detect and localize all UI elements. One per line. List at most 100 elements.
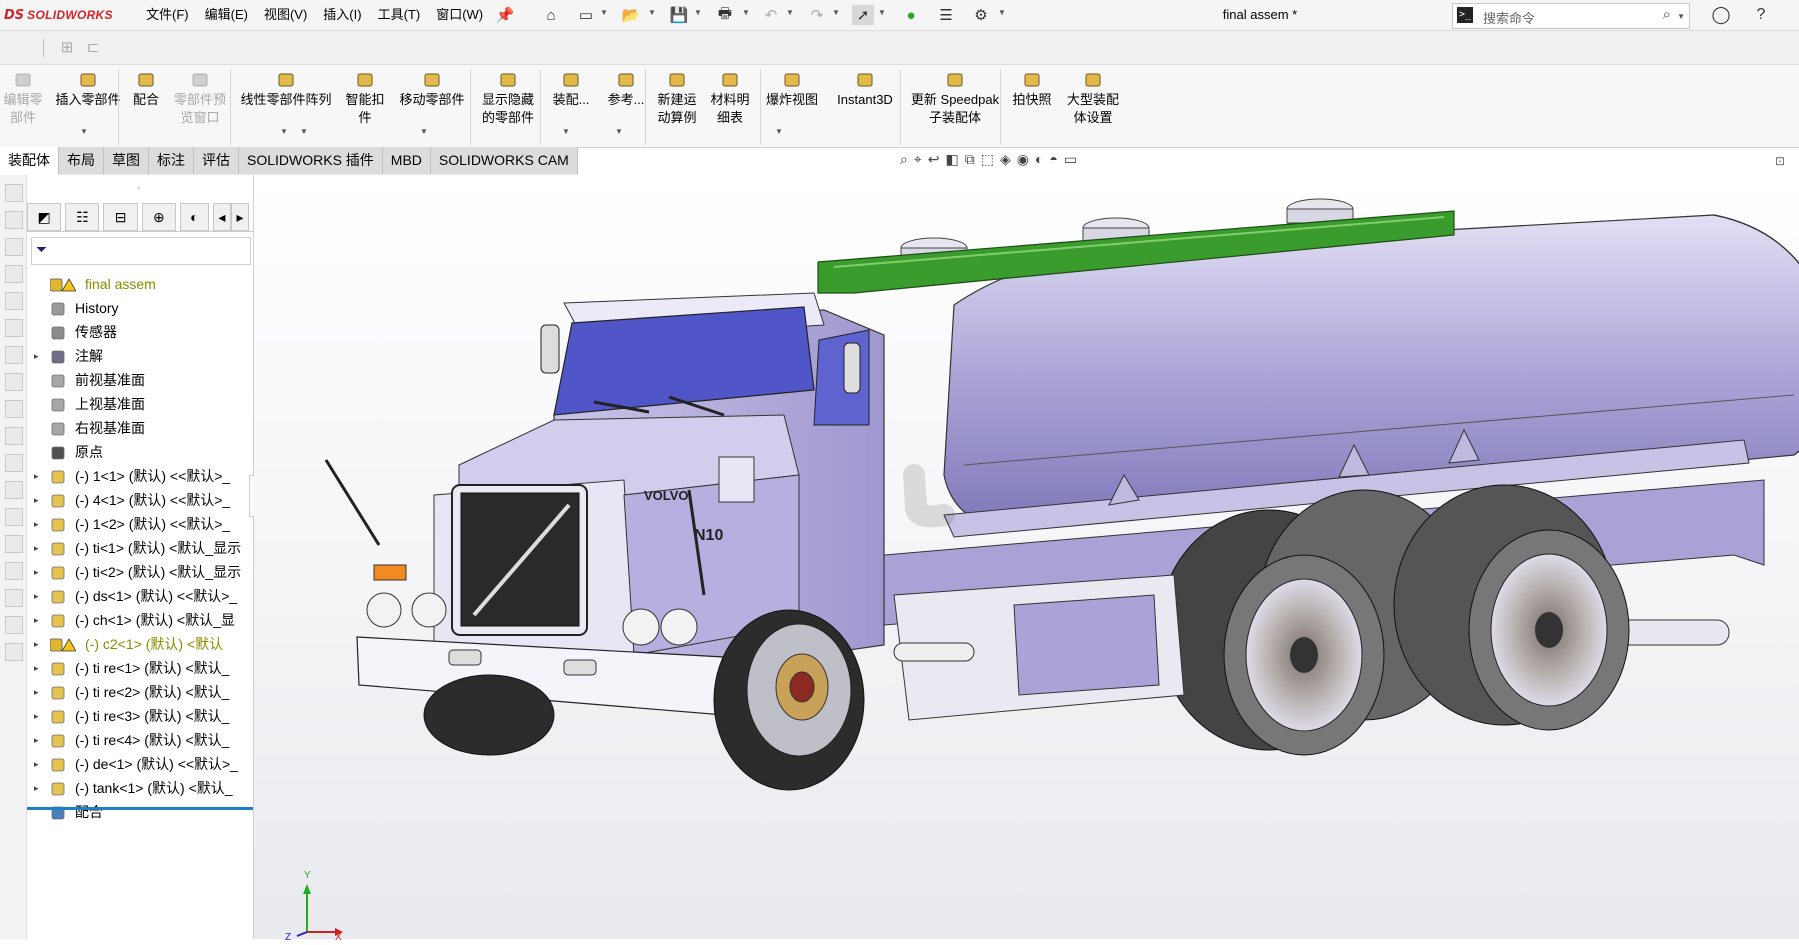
tab-cam[interactable]: SOLIDWORKS CAM (430, 147, 578, 174)
command-reference-geometry-button[interactable]: 参考... (601, 71, 651, 109)
strip-tool-icon[interactable] (5, 184, 23, 202)
hood[interactable]: VOLVO N10 (324, 414, 800, 676)
zoom-to-area-icon[interactable]: ⌖ (914, 151, 922, 168)
strip-tool-icon[interactable] (5, 319, 23, 337)
panel-grip-icon[interactable]: ◦ (137, 183, 140, 193)
chevron-down-icon[interactable]: ▼ (742, 8, 750, 17)
tree-item[interactable]: 配合 (27, 800, 253, 824)
tab-markup[interactable]: 标注 (149, 147, 194, 174)
expand-arrow-icon[interactable]: ▸ (34, 488, 39, 512)
hide-show-items-icon[interactable]: ◉ (1017, 151, 1029, 168)
tree-item[interactable]: ▸ (-) 1<2> (默认) <<默认>_ (27, 512, 253, 536)
menu-file[interactable]: 文件(F) (138, 6, 197, 24)
command-linear-pattern-button[interactable]: 线性零部件阵列 (236, 71, 336, 109)
command-edit-component-button[interactable]: 编辑零 部件 (0, 71, 46, 127)
home-icon[interactable]: ⌂ (540, 5, 562, 25)
redo-icon[interactable]: ↷ (806, 5, 828, 25)
view-orientation-icon[interactable]: ⬚ (981, 151, 994, 168)
chevron-down-icon[interactable]: ▼ (775, 127, 783, 136)
tree-item[interactable]: ▸ (-) de<1> (默认) <<默认>_ (27, 752, 253, 776)
pin-icon[interactable]: 📌 (494, 5, 516, 25)
strip-tool-icon[interactable] (5, 211, 23, 229)
menu-view[interactable]: 视图(V) (256, 6, 315, 24)
command-show-hidden-button[interactable]: 显示隐藏 的零部件 (476, 71, 540, 127)
tree-item[interactable]: 上视基准面 (27, 392, 253, 416)
user-account-icon[interactable]: ◯ (1710, 5, 1732, 25)
expand-arrow-icon[interactable]: ▸ (34, 344, 39, 368)
chevron-down-icon[interactable]: ▼ (420, 127, 428, 136)
dimxpert-tab-icon[interactable]: ⊕ (141, 203, 176, 231)
strip-tool-icon[interactable] (5, 616, 23, 634)
expand-arrow-icon[interactable]: ▸ (34, 680, 39, 704)
tree-item[interactable]: ▸ (-) ti<1> (默认) <默认_显示 (27, 536, 253, 560)
chevron-down-icon[interactable]: ▼ (280, 127, 288, 136)
expand-arrow-icon[interactable]: ▸ (34, 632, 39, 656)
select-cursor-icon[interactable]: ➚ (852, 5, 874, 25)
chevron-down-icon[interactable]: ▼ (648, 8, 656, 17)
command-new-motion-study-button[interactable]: 新建运 动算例 (652, 71, 702, 127)
solidworks-logo[interactable]: DS SOLIDWORKS (4, 6, 113, 24)
tree-item[interactable]: ▸ (-) ti re<3> (默认) <默认_ (27, 704, 253, 728)
tree-item[interactable]: ▸ (-) ti re<1> (默认) <默认_ (27, 656, 253, 680)
expand-arrow-icon[interactable]: ▸ (34, 728, 39, 752)
command-insert-component-button[interactable]: 插入零部件 (52, 71, 124, 109)
strip-tool-icon[interactable] (5, 292, 23, 310)
property-manager-tab-icon[interactable]: ☷ (65, 203, 100, 231)
strip-tool-icon[interactable] (5, 508, 23, 526)
strip-tool-icon[interactable] (5, 400, 23, 418)
chevron-down-icon[interactable]: ▼ (694, 8, 702, 17)
expand-arrow-icon[interactable]: ▸ (34, 512, 39, 536)
strip-tool-icon[interactable] (5, 454, 23, 472)
rear-wheels[interactable] (1158, 484, 1630, 756)
assembly-snap-icon[interactable]: ⊞ (56, 37, 78, 57)
strip-tool-icon[interactable] (5, 346, 23, 364)
sketch-relation-icon[interactable]: ⊏ (82, 37, 104, 57)
strip-tool-icon[interactable] (5, 427, 23, 445)
zoom-to-fit-icon[interactable]: ⌕ (900, 151, 908, 168)
search-icon[interactable]: ⌕ (1663, 6, 1671, 23)
command-mate-button[interactable]: 配合 (126, 71, 166, 109)
chevron-down-icon[interactable]: ▼ (562, 127, 570, 136)
menu-tools[interactable]: 工具(T) (370, 6, 429, 24)
command-large-assembly-button[interactable]: 大型装配 体设置 (1062, 71, 1124, 127)
chevron-down-icon[interactable]: ▼ (615, 127, 623, 136)
rebuild-traffic-light-icon[interactable]: ● (900, 5, 922, 25)
feature-tree-tab-icon[interactable]: ◩ (27, 203, 62, 231)
expand-arrow-icon[interactable]: ▸ (34, 776, 39, 800)
view-settings-icon[interactable]: ▭ (1064, 151, 1077, 168)
command-exploded-view-button[interactable]: 爆炸视图 (760, 71, 824, 109)
chevron-down-icon[interactable]: ▼ (786, 8, 794, 17)
menu-window[interactable]: 窗口(W) (428, 6, 491, 24)
section-view-icon[interactable]: ◧ (945, 151, 958, 168)
command-speedpak-button[interactable]: 更新 Speedpak 子装配体 (907, 71, 1003, 127)
strip-tool-icon[interactable] (5, 643, 23, 661)
expand-arrow-icon[interactable]: ▸ (34, 536, 39, 560)
chevron-down-icon[interactable]: ▼ (600, 8, 608, 17)
tab-layout[interactable]: 布局 (59, 147, 104, 174)
tree-item[interactable]: History (27, 296, 253, 320)
chevron-down-icon[interactable]: ▼ (832, 8, 840, 17)
tree-item[interactable]: ▸ (-) ti re<2> (默认) <默认_ (27, 680, 253, 704)
print-icon[interactable]: 🖶 (714, 5, 736, 25)
rollback-bar[interactable] (27, 807, 253, 810)
gear-icon[interactable]: ⚙ (970, 5, 992, 25)
chevron-down-icon[interactable]: ▼ (998, 8, 1006, 17)
tree-filter-field[interactable]: ⏷ (31, 237, 251, 265)
undo-icon[interactable]: ↶ (760, 5, 782, 25)
chevron-down-icon[interactable]: ▼ (80, 127, 88, 136)
menu-edit[interactable]: 编辑(E) (197, 6, 256, 24)
command-assembly-features-button[interactable]: 装配... (546, 71, 596, 109)
tree-item[interactable]: ▸ (-) 4<1> (默认) <<默认>_ (27, 488, 253, 512)
tree-item[interactable]: 右视基准面 (27, 416, 253, 440)
filter-funnel-icon[interactable]: ⏷ (36, 241, 47, 258)
expand-arrow-icon[interactable]: ▸ (34, 560, 39, 584)
tab-addins[interactable]: SOLIDWORKS 插件 (239, 147, 383, 174)
tree-item[interactable]: 传感器 (27, 320, 253, 344)
strip-tool-icon[interactable] (5, 562, 23, 580)
graphics-area[interactable]: VOLVO N10 (254, 175, 1799, 939)
command-move-component-button[interactable]: 移动零部件 (392, 71, 472, 109)
tree-item[interactable]: ▸ (-) ti<2> (默认) <默认_显示 (27, 560, 253, 584)
edit-appearance-icon[interactable]: ◐ (1035, 151, 1043, 168)
tab-evaluate[interactable]: 评估 (194, 147, 239, 174)
expand-arrow-icon[interactable]: ▸ (34, 608, 39, 632)
